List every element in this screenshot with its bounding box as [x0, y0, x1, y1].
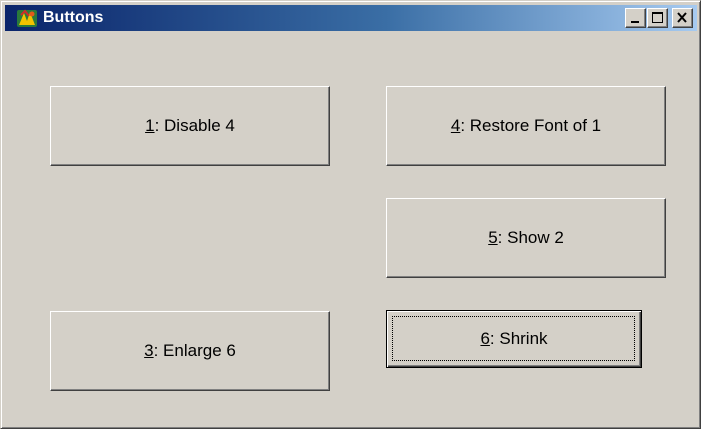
title-bar[interactable]: Buttons [5, 5, 697, 31]
maximize-icon [652, 12, 663, 23]
app-window: Buttons 1: Disable 4 4: Restore Font of … [0, 0, 701, 429]
window-title: Buttons [43, 9, 104, 26]
button-6-label: : Shrink [489, 329, 548, 348]
button-5-accelerator: 5 [488, 228, 498, 247]
button-3-label: : Enlarge 6 [153, 341, 236, 360]
button-1-accelerator: 1 [145, 116, 155, 135]
enlarge-6-button[interactable]: 3: Enlarge 6 [50, 311, 330, 391]
show-2-button[interactable]: 5: Show 2 [386, 198, 666, 278]
close-icon [677, 12, 687, 23]
restore-font-of-1-button[interactable]: 4: Restore Font of 1 [386, 86, 666, 166]
maximize-button[interactable] [647, 8, 668, 28]
button-6-accelerator: 6 [480, 329, 490, 348]
app-icon [17, 9, 37, 27]
close-button[interactable] [672, 8, 693, 28]
minimize-icon [631, 21, 639, 23]
button-5-label: : Show 2 [497, 228, 564, 247]
button-3-accelerator: 3 [144, 341, 154, 360]
minimize-button[interactable] [625, 8, 646, 28]
button-4-accelerator: 4 [450, 116, 461, 135]
disable-4-button[interactable]: 1: Disable 4 [50, 86, 330, 166]
shrink-button[interactable]: 6: Shrink [386, 310, 642, 368]
button-1-label: : Disable 4 [154, 116, 235, 135]
button-4-label: : Restore Font of 1 [460, 116, 602, 135]
client-area: 1: Disable 4 4: Restore Font of 1 5: Sho… [5, 32, 697, 426]
